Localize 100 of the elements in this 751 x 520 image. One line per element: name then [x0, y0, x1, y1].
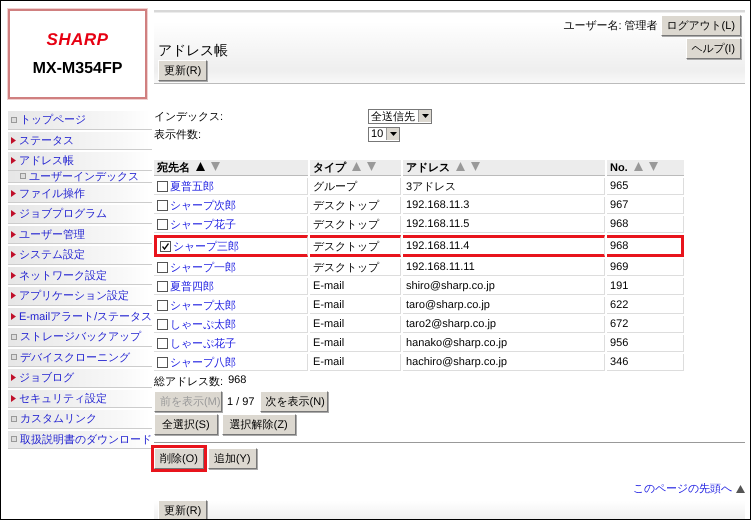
- triangle-icon: [11, 272, 16, 279]
- column-header[interactable]: タイプ: [310, 160, 401, 176]
- table-cell: taro@sharp.co.jp: [403, 297, 605, 314]
- checkbox[interactable]: [157, 318, 168, 330]
- sidebar-item[interactable]: ネットワーク設定: [8, 266, 152, 285]
- triangle-icon: [11, 136, 16, 144]
- sidebar-item[interactable]: ユーザーインデックス: [8, 170, 152, 182]
- table-cell: hanako@sharp.co.jp: [403, 335, 605, 352]
- checkbox[interactable]: [157, 262, 168, 272]
- column-header[interactable]: 宛先名: [154, 160, 308, 176]
- help-button[interactable]: ヘルプ(I): [686, 38, 741, 59]
- sidebar-label: システム設定: [19, 248, 85, 262]
- sidebar-label: セキュリティ設定: [19, 392, 107, 406]
- sidebar-item[interactable]: ユーザー管理: [8, 226, 152, 244]
- checkbox[interactable]: [157, 218, 168, 230]
- sidebar-label: E-mailアラート/ステータス: [19, 310, 152, 324]
- checkbox[interactable]: [157, 280, 168, 292]
- total-label: 総アドレス数:: [154, 375, 224, 389]
- column-header[interactable]: No.: [607, 160, 684, 176]
- table-cell: 192.168.11.3: [403, 197, 605, 214]
- page-top-link[interactable]: このページの先頭へ: [633, 481, 732, 496]
- name-link[interactable]: シャープ花子: [170, 216, 236, 232]
- table-cell: 968: [607, 216, 684, 233]
- name-link[interactable]: 夏普五郎: [170, 178, 214, 194]
- sidebar-item[interactable]: デバイスクローニング: [8, 348, 152, 367]
- name-link[interactable]: しゃーぷ花子: [170, 336, 236, 350]
- triangle-icon: [11, 157, 16, 164]
- table-cell: 3アドレス: [403, 178, 605, 195]
- sidebar-item[interactable]: ファイル操作: [8, 184, 152, 203]
- triangle-icon: [11, 190, 16, 197]
- triangle-icon: [11, 251, 16, 258]
- sidebar-item[interactable]: トップページ: [8, 111, 152, 130]
- sidebar-label: ジョブログ: [19, 370, 74, 386]
- triangle-icon: [11, 312, 16, 320]
- table-cell: taro2@sharp.co.jp: [403, 316, 605, 333]
- square-icon: [11, 354, 17, 360]
- next-button[interactable]: 次を表示(N): [260, 391, 328, 412]
- square-icon: [20, 173, 26, 179]
- name-link[interactable]: シャープ次郎: [170, 198, 236, 212]
- page-counter: 1 / 97: [227, 396, 255, 408]
- sidebar-label: デバイスクローニング: [20, 350, 130, 365]
- sidebar-item[interactable]: 取扱説明書のダウンロード: [8, 430, 152, 449]
- sidebar-label: 取扱説明書のダウンロード: [20, 432, 152, 447]
- square-icon: [11, 116, 17, 123]
- table-cell: 956: [607, 335, 684, 352]
- column-header[interactable]: アドレス: [403, 160, 605, 176]
- sidebar-item[interactable]: ジョブプログラム: [8, 205, 152, 224]
- checkbox[interactable]: [160, 240, 171, 252]
- square-icon: [11, 334, 17, 340]
- checkbox[interactable]: [157, 200, 168, 210]
- sidebar-label: アプリケーション設定: [19, 288, 129, 304]
- action-button[interactable]: 削除(O): [154, 448, 204, 469]
- table-cell: デスクトップ: [310, 235, 401, 257]
- sidebar-item[interactable]: システム設定: [8, 246, 152, 264]
- user-label: ユーザー名:: [563, 19, 622, 33]
- user-name: 管理者: [624, 19, 658, 33]
- table-cell: E-mail: [310, 316, 401, 333]
- sidebar-item[interactable]: アドレス帳: [8, 152, 152, 170]
- action-button[interactable]: 追加(Y): [208, 448, 257, 469]
- table-cell: E-mail: [310, 278, 401, 295]
- square-icon: [11, 436, 17, 442]
- sidebar-label: アドレス帳: [19, 154, 74, 168]
- name-link[interactable]: シャープ一郎: [170, 260, 236, 274]
- table-cell: デスクトップ: [310, 197, 401, 214]
- sort-arrows-icon: [196, 162, 222, 171]
- sidebar-item[interactable]: ステータス: [8, 132, 152, 150]
- filter-label: 表示件数:: [154, 128, 202, 142]
- dropdown[interactable]: 全送信先: [368, 108, 432, 124]
- selection-button[interactable]: 選択解除(Z): [222, 414, 296, 435]
- table-cell: 192.168.11.4: [403, 235, 605, 257]
- filter-label: インデックス:: [154, 110, 224, 124]
- table-cell: hachiro@sharp.co.jp: [403, 354, 605, 371]
- checkbox[interactable]: [157, 180, 168, 192]
- sidebar-label: ネットワーク設定: [19, 268, 107, 283]
- logout-button[interactable]: ログアウト(L): [660, 15, 741, 36]
- sidebar-item[interactable]: ジョブログ: [8, 369, 152, 388]
- sidebar-item[interactable]: アプリケーション設定: [8, 287, 152, 306]
- checkbox[interactable]: [157, 300, 168, 310]
- name-link[interactable]: シャープ太郎: [170, 298, 236, 312]
- checkbox[interactable]: [157, 356, 168, 368]
- table-cell: 192.168.11.5: [403, 216, 605, 233]
- sidebar-item[interactable]: セキュリティ設定: [8, 390, 152, 408]
- total-value: 968: [228, 374, 246, 388]
- table-cell: 672: [607, 316, 684, 333]
- name-link[interactable]: しゃーぷ太郎: [170, 316, 236, 332]
- refresh-button[interactable]: 更新(R): [158, 500, 208, 519]
- refresh-button[interactable]: 更新(R): [158, 60, 208, 81]
- checkbox[interactable]: [157, 338, 168, 348]
- sidebar-item[interactable]: カスタムリンク: [8, 410, 152, 428]
- dropdown-arrow-icon: [390, 132, 397, 136]
- sidebar-item[interactable]: E-mailアラート/ステータス: [8, 308, 152, 326]
- table-cell: 191: [607, 278, 684, 295]
- table-cell: デスクトップ: [310, 259, 401, 276]
- dropdown[interactable]: 10: [368, 126, 400, 142]
- table-cell: 622: [607, 297, 684, 314]
- name-link[interactable]: 夏普四郎: [170, 278, 214, 294]
- selection-button[interactable]: 全選択(S): [154, 414, 218, 435]
- sidebar-label: ユーザーインデックス: [29, 170, 139, 184]
- name-link[interactable]: シャープ八郎: [170, 354, 236, 370]
- sidebar-item[interactable]: ストレージバックアップ: [8, 328, 152, 346]
